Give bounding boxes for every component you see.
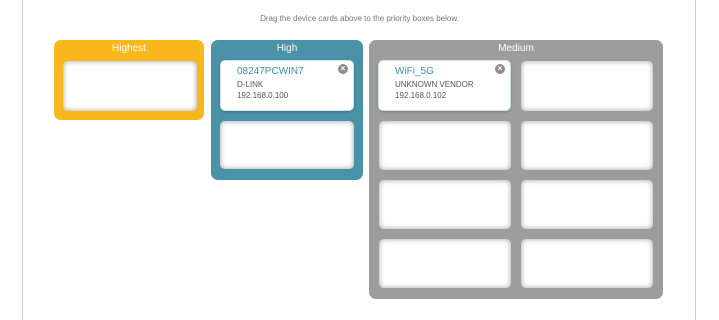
panel-title-high: High	[276, 43, 298, 54]
drop-slot-medium-8[interactable]	[521, 239, 653, 288]
drop-slot-medium-3[interactable]	[379, 121, 511, 170]
device-name: WiFi_5G	[395, 66, 434, 77]
device-name: 08247PCWIN7	[237, 66, 304, 77]
panel-title-highest: Highest	[112, 43, 146, 54]
drop-slot-medium-4[interactable]	[521, 121, 653, 170]
close-icon[interactable]: ×	[338, 64, 348, 74]
drop-slot-medium-7[interactable]	[379, 239, 511, 288]
priority-panel-high: High 08247PCWIN7 D-LINK 192.168.0.100 ×	[211, 40, 363, 180]
drop-slot-medium-5[interactable]	[379, 180, 511, 229]
device-card[interactable]: WiFi_5G UNKNOWN VENDOR 192.168.0.102 ×	[378, 60, 511, 111]
drop-slot-highest-1[interactable]	[63, 61, 197, 111]
panel-title-medium: Medium	[498, 43, 534, 54]
priority-panel-highest: Highest	[54, 40, 204, 120]
drop-slot-high-2[interactable]	[220, 121, 354, 169]
close-icon[interactable]: ×	[495, 64, 505, 74]
priority-panel-medium: Medium WiFi_5G UNKNOWN VENDOR 192.168.0.…	[369, 40, 663, 299]
drop-slot-medium-2[interactable]	[521, 61, 653, 111]
instruction-text: Drag the device cards above to the prior…	[260, 14, 459, 23]
device-vendor: D-LINK	[237, 80, 264, 89]
drop-slot-medium-6[interactable]	[521, 180, 653, 229]
device-card[interactable]: 08247PCWIN7 D-LINK 192.168.0.100 ×	[220, 60, 354, 111]
device-vendor: UNKNOWN VENDOR	[395, 80, 474, 89]
device-ip: 192.168.0.102	[395, 91, 447, 100]
device-ip: 192.168.0.100	[237, 91, 289, 100]
